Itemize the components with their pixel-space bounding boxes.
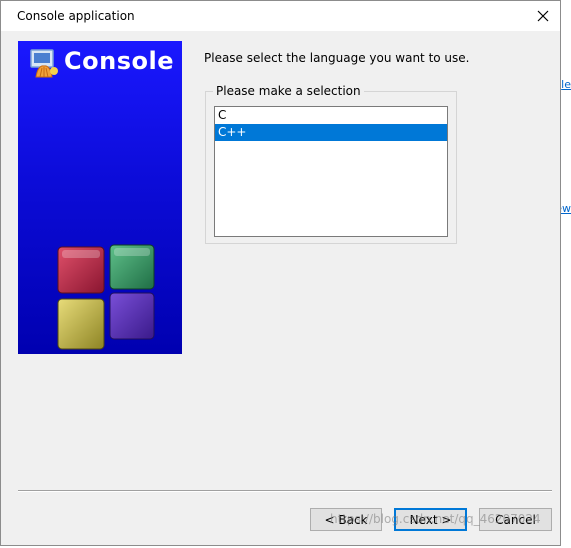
watermark-text: https://blog.csdn.net/qq_46207024 <box>330 512 541 526</box>
wizard-banner: Console <box>18 41 182 354</box>
list-item-c[interactable]: C <box>215 107 447 124</box>
footer-separator <box>18 490 552 492</box>
close-button[interactable] <box>526 1 560 31</box>
title-bar[interactable]: Console application <box>1 1 560 31</box>
instruction-text: Please select the language you want to u… <box>204 51 470 65</box>
language-listbox[interactable]: C C++ <box>214 106 448 237</box>
cubes-graphic <box>57 244 155 350</box>
window-title: Console application <box>17 9 135 23</box>
banner-title: Console <box>64 47 174 75</box>
codeblocks-logo-icon <box>30 49 58 78</box>
close-icon <box>537 10 549 22</box>
list-item-cpp[interactable]: C++ <box>215 124 447 141</box>
background-link[interactable]: le <box>561 78 571 91</box>
groupbox-label: Please make a selection <box>213 84 364 98</box>
